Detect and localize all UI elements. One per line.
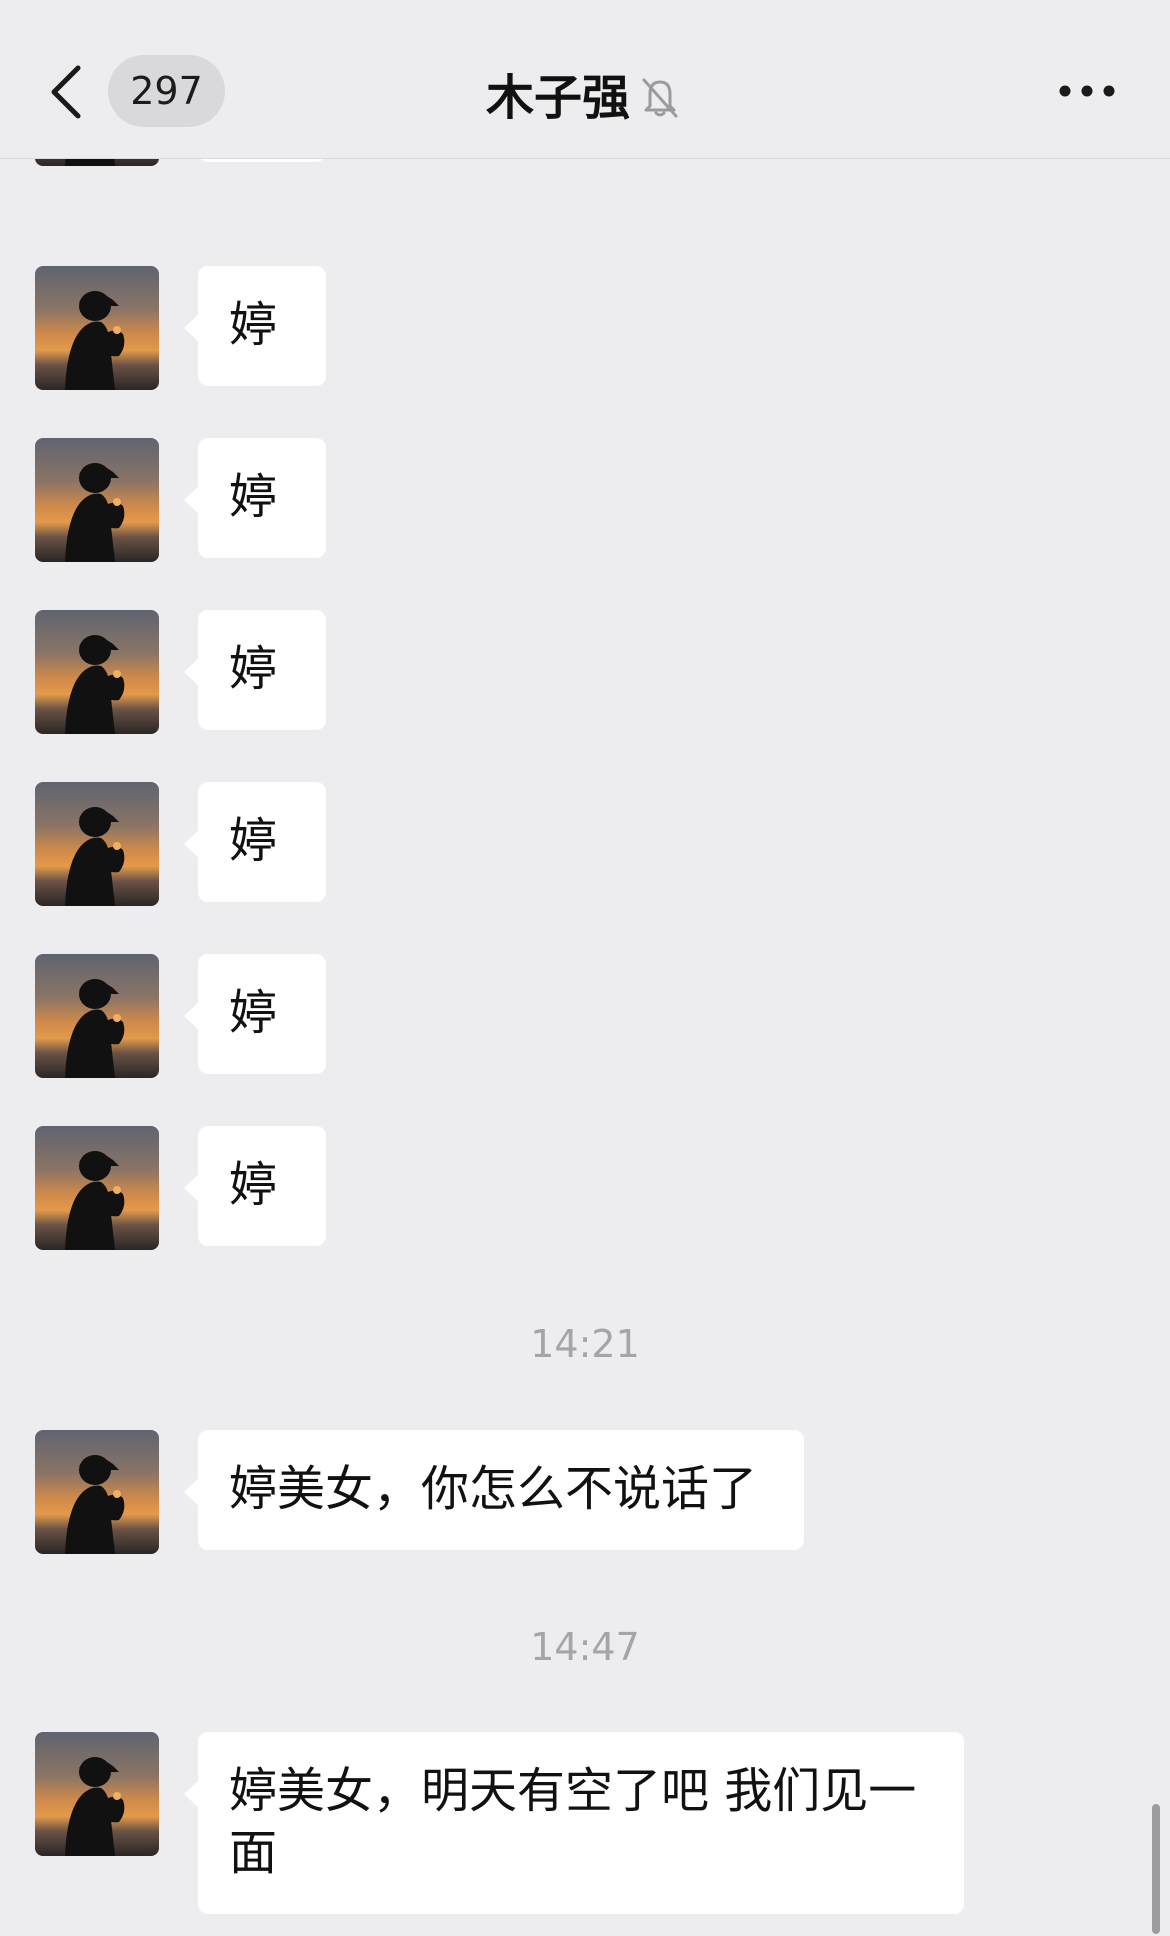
message-bubble[interactable]: 婷 <box>184 1126 326 1246</box>
more-dots-icon[interactable] <box>1058 82 1116 100</box>
chat-header: 297 木子强 <box>0 0 1170 159</box>
message-row: 婷美女，明天有空了吧 我们见一面 <box>0 1732 1170 1914</box>
avatar[interactable] <box>35 1732 159 1856</box>
message-row: 婷 <box>0 610 1170 734</box>
message-row: 婷 <box>0 438 1170 562</box>
message-bubble[interactable]: 婷美女，你怎么不说话了 <box>184 1430 804 1550</box>
message-bubble[interactable]: 婷 <box>184 610 326 730</box>
avatar[interactable] <box>35 1430 159 1554</box>
message-bubble[interactable]: 婷 <box>184 438 326 558</box>
message-bubble[interactable]: 婷 <box>184 782 326 902</box>
avatar[interactable] <box>35 1126 159 1250</box>
bell-off-icon <box>642 78 678 118</box>
message-bubble[interactable]: 婷 <box>184 954 326 1074</box>
avatar[interactable] <box>35 782 159 906</box>
chat-title: 木子强 <box>485 70 630 126</box>
message-row: 婷 <box>0 1126 1170 1250</box>
avatar[interactable] <box>35 954 159 1078</box>
message-row: 婷 <box>0 266 1170 390</box>
avatar[interactable] <box>35 266 159 390</box>
message-row: 婷 <box>0 782 1170 906</box>
message-row: 婷 <box>0 954 1170 1078</box>
avatar[interactable] <box>35 438 159 562</box>
avatar[interactable] <box>35 610 159 734</box>
message-row: 婷美女，你怎么不说话了 <box>0 1430 1170 1554</box>
title-area: 木子强 <box>0 60 1170 126</box>
message-list[interactable]: 婷婷婷婷婷婷婷14:21婷美女，你怎么不说话了14:47婷美女，明天有空了吧 我… <box>0 0 1170 1936</box>
timestamp: 14:21 <box>530 1322 640 1366</box>
message-bubble[interactable]: 婷美女，明天有空了吧 我们见一面 <box>184 1732 964 1914</box>
timestamp: 14:47 <box>530 1625 640 1669</box>
message-bubble[interactable]: 婷 <box>184 266 326 386</box>
scrollbar[interactable] <box>1152 1804 1160 1934</box>
